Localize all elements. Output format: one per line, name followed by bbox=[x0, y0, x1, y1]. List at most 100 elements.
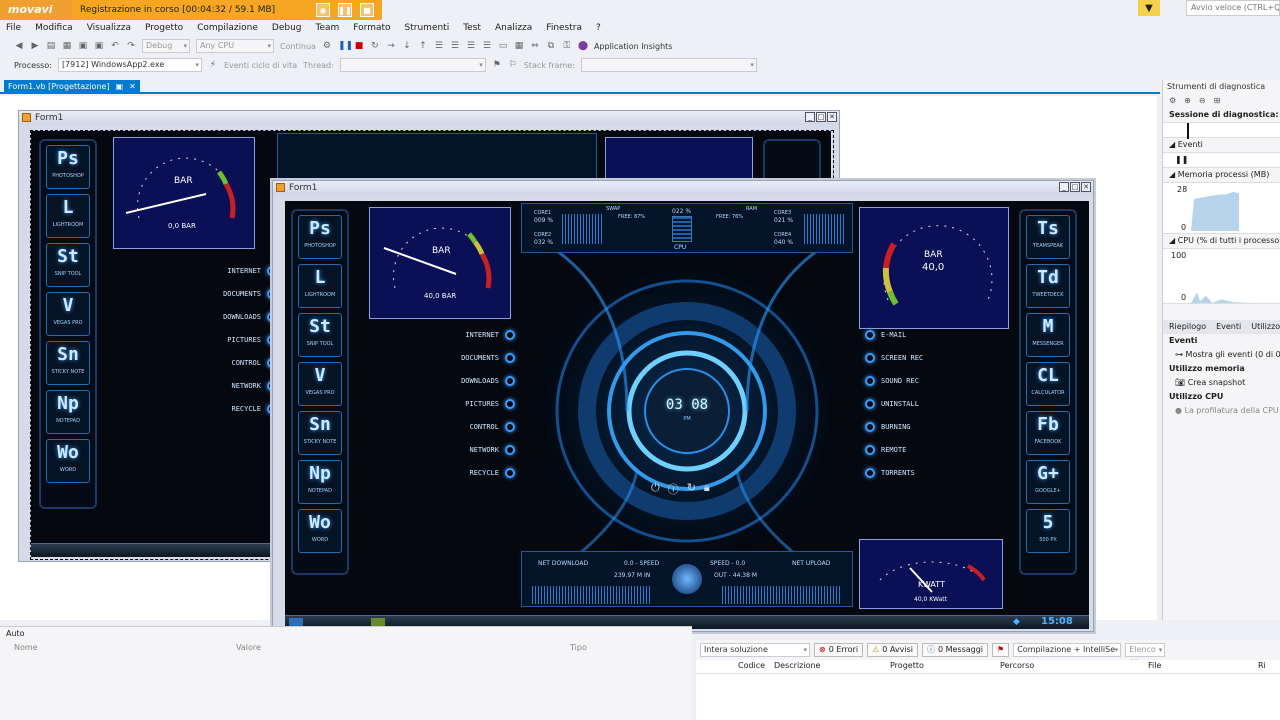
menu-analizza[interactable]: Analizza bbox=[495, 23, 532, 33]
spacing-icon[interactable]: ⇔ bbox=[530, 41, 540, 51]
close-icon[interactable]: ✕ bbox=[827, 112, 837, 122]
new-project-icon[interactable]: ▤ bbox=[46, 41, 56, 51]
app-tile-lightroom[interactable]: L LIGHTROOM bbox=[298, 264, 342, 308]
warnings-filter-button[interactable]: ⚠ 0 Avvisi bbox=[867, 643, 918, 657]
save-all-icon[interactable]: ▣ bbox=[94, 41, 104, 51]
thread-filter-icon[interactable]: ⚐ bbox=[508, 60, 518, 70]
lifecycle-icon[interactable]: ⚡ bbox=[208, 60, 218, 70]
redo-icon[interactable]: ↷ bbox=[126, 41, 136, 51]
col-code[interactable]: Codice bbox=[738, 661, 765, 670]
filter-icon[interactable]: ▼ bbox=[1138, 0, 1160, 16]
quick-menu-item-recycle[interactable]: RECYCLE bbox=[441, 461, 515, 484]
take-snapshot-button[interactable]: 📷︎ Crea snapshot bbox=[1163, 376, 1280, 390]
events-track[interactable]: ❚❚ bbox=[1163, 152, 1280, 168]
reset-icon[interactable]: ⊞ bbox=[1214, 94, 1221, 108]
quick-menu-item-network[interactable]: NETWORK bbox=[441, 438, 515, 461]
quick-menu-item-uninstall[interactable]: UNINSTALL bbox=[865, 392, 923, 415]
step-out-icon[interactable]: ↑ bbox=[418, 41, 428, 51]
cpu-profiling-item[interactable]: ● La profilatura della CPU bbox=[1163, 404, 1280, 418]
pause-icon[interactable]: ❚❚ bbox=[338, 3, 352, 17]
quick-launch-input[interactable]: Avvio veloce (CTRL+Q) bbox=[1186, 0, 1280, 16]
zoom-in-icon[interactable]: ⊕ bbox=[1184, 94, 1191, 108]
errors-filter-button[interactable]: ⊗ 0 Errori bbox=[814, 643, 864, 657]
app-tile-photoshop[interactable]: Ps PHOTOSHOP bbox=[298, 215, 342, 259]
col-value[interactable]: Valore bbox=[236, 643, 261, 652]
menu-compilazione[interactable]: Compilazione bbox=[197, 23, 258, 33]
back-icon[interactable]: ◀ bbox=[14, 41, 24, 51]
col-path[interactable]: Percorso bbox=[1000, 661, 1034, 670]
pin-icon[interactable]: ▣ bbox=[116, 80, 124, 94]
stop-icon[interactable]: ■ bbox=[360, 3, 374, 17]
memory-chart[interactable]: 28 0 bbox=[1163, 182, 1280, 234]
session-timeline[interactable] bbox=[1163, 122, 1280, 139]
form1-window[interactable]: Form1 _ □ ✕ 03 08 PM ⏻ ⓘ ↻ 🔒︎ Ps PHOTOSH… bbox=[272, 180, 1094, 632]
col-file[interactable]: File bbox=[1148, 661, 1161, 670]
size-icon[interactable]: ▭ bbox=[498, 41, 508, 51]
error-search-input[interactable]: Elenco er bbox=[1125, 643, 1166, 666]
col-name[interactable]: Nome bbox=[14, 643, 38, 652]
build-select[interactable]: Compilazione + IntelliSe bbox=[1013, 643, 1122, 657]
lock-icon[interactable]: 🔒︎ bbox=[704, 481, 710, 497]
config-select[interactable]: Debug bbox=[142, 39, 190, 53]
diag-tab-0[interactable]: Riepilogo bbox=[1169, 320, 1206, 334]
align-left-icon[interactable]: ☰ bbox=[434, 41, 444, 51]
align-center-icon[interactable]: ☰ bbox=[450, 41, 460, 51]
process-select[interactable]: [7912] WindowsApp2.exe bbox=[57, 58, 202, 72]
application-insights-button[interactable]: Application Insights bbox=[594, 42, 673, 51]
col-type[interactable]: Tipo bbox=[570, 643, 587, 652]
pause-icon[interactable]: ❚❚ bbox=[1175, 155, 1188, 164]
menu-help[interactable]: ? bbox=[596, 23, 601, 33]
app-tile-tweetdeck[interactable]: Td TWEETDECK bbox=[1026, 264, 1070, 308]
app-tile-stickynote[interactable]: Sn STICKY NOTE bbox=[298, 411, 342, 455]
step-into-icon[interactable]: ↓ bbox=[402, 41, 412, 51]
insights-icon[interactable]: ⬤ bbox=[578, 41, 588, 51]
app-tile-vegaspro[interactable]: V VEGAS PRO bbox=[298, 362, 342, 406]
col-description[interactable]: Descrizione bbox=[774, 661, 820, 670]
menu-visualizza[interactable]: Visualizza bbox=[87, 23, 131, 33]
app-tile-google[interactable]: G+ GOOGLE+ bbox=[1026, 460, 1070, 504]
filter-icon[interactable]: ⚑ bbox=[992, 643, 1010, 657]
scope-select[interactable]: Intera soluzione bbox=[700, 643, 810, 657]
restart-icon[interactable]: ↻ bbox=[687, 481, 696, 497]
quick-menu-item-email[interactable]: E-MAIL bbox=[865, 323, 923, 346]
app-tile-sniptool[interactable]: St SNIP TOOL bbox=[298, 313, 342, 357]
menu-progetto[interactable]: Progetto bbox=[145, 23, 183, 33]
messages-filter-button[interactable]: ⓘ 0 Messaggi bbox=[921, 643, 989, 657]
quick-menu-item-documents[interactable]: DOCUMENTS bbox=[441, 346, 515, 369]
quick-menu-item-pictures[interactable]: PICTURES bbox=[441, 392, 515, 415]
quick-menu-item-downloads[interactable]: DOWNLOADS bbox=[441, 369, 515, 392]
stop-debug-icon[interactable]: ■ bbox=[354, 41, 364, 51]
quick-menu-item-torrents[interactable]: TORRENTS bbox=[865, 461, 923, 484]
app-tile-teamspeak[interactable]: Ts TEAMSPEAK bbox=[1026, 215, 1070, 259]
diag-tab-1[interactable]: Eventi bbox=[1216, 320, 1241, 334]
info-icon[interactable]: ⓘ bbox=[668, 481, 679, 497]
stack-frame-select[interactable] bbox=[580, 58, 757, 72]
minimize-icon[interactable]: _ bbox=[805, 112, 815, 122]
undo-icon[interactable]: ↶ bbox=[110, 41, 120, 51]
menu-finestra[interactable]: Finestra bbox=[546, 23, 582, 33]
menu-debug[interactable]: Debug bbox=[272, 23, 302, 33]
app-tile-calculator[interactable]: CL CALCULATOR bbox=[1026, 362, 1070, 406]
tab-form1-design[interactable]: Form1.vb [Progettazione] ▣ ✕ bbox=[4, 80, 140, 94]
quick-menu-item-screenrec[interactable]: SCREEN REC bbox=[865, 346, 923, 369]
forward-icon[interactable]: ▶ bbox=[30, 41, 40, 51]
menu-strumenti[interactable]: Strumenti bbox=[405, 23, 450, 33]
menu-modifica[interactable]: Modifica bbox=[35, 23, 73, 33]
maximize-icon[interactable]: □ bbox=[816, 112, 826, 122]
attach-icon[interactable]: ⚙ bbox=[322, 41, 332, 51]
minimize-icon[interactable]: _ bbox=[1059, 182, 1069, 192]
continue-button[interactable]: Continua bbox=[280, 42, 316, 51]
quick-menu-item-soundrec[interactable]: SOUND REC bbox=[865, 369, 923, 392]
close-icon[interactable]: ✕ bbox=[129, 80, 136, 94]
cpu-chart[interactable]: 100 0 bbox=[1163, 248, 1280, 304]
col-line[interactable]: Ri bbox=[1258, 661, 1266, 670]
lifecycle-events-label[interactable]: Eventi ciclo di vita bbox=[224, 61, 297, 70]
menu-team[interactable]: Team bbox=[316, 23, 340, 33]
app-tile-messenger[interactable]: M MESSENGER bbox=[1026, 313, 1070, 357]
quick-menu-item-control[interactable]: CONTROL bbox=[441, 415, 515, 438]
thread-select[interactable] bbox=[339, 58, 486, 72]
show-events-link[interactable]: ⊶ Mostra gli eventi (0 di 0 bbox=[1163, 348, 1280, 362]
app-tile-notepad[interactable]: Np NOTEPAD bbox=[298, 460, 342, 504]
app-tile-word[interactable]: Wo WORD bbox=[298, 509, 342, 553]
flag-icon[interactable]: ⚑ bbox=[492, 60, 502, 70]
